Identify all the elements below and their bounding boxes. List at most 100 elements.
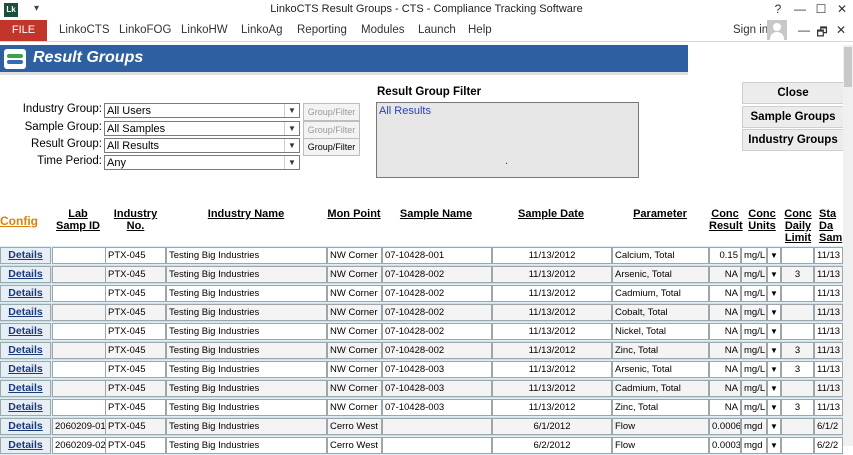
cell-conc-units[interactable]: mg/L [741,266,767,283]
cell-start-date[interactable]: 11/13 [814,266,843,283]
cell-lab-samp-id[interactable] [52,285,106,302]
cell-conc-units[interactable]: mgd [741,418,767,435]
col-header-lab-samp-id[interactable]: Lab Samp ID [52,208,104,232]
cell-conc-daily-limit[interactable]: 3 [781,266,814,283]
cell-mon-point[interactable]: NW Corner 1 [327,247,382,264]
col-header-sample-date[interactable]: Sample Date [491,208,611,220]
col-header-sample-name[interactable]: Sample Name [382,208,490,220]
cell-industry-name[interactable]: Testing Big Industries [166,380,327,397]
cell-conc-daily-limit[interactable]: 3 [781,361,814,378]
cell-sample-name[interactable]: 07-10428-003 [382,380,492,397]
cell-mon-point[interactable]: NW Corner 1 [327,342,382,359]
cell-industry-name[interactable]: Testing Big Industries [166,304,327,321]
cell-parameter[interactable]: Cobalt, Total [612,304,709,321]
cell-start-date[interactable]: 11/13 [814,361,843,378]
result-group-filter-box[interactable]: All Results . [376,102,639,178]
cell-industry-name[interactable]: Testing Big Industries [166,247,327,264]
cell-start-date[interactable]: 11/13 [814,323,843,340]
cell-parameter[interactable]: Arsenic, Total [612,266,709,283]
cell-industry-name[interactable]: Testing Big Industries [166,323,327,340]
details-button[interactable]: Details [0,342,51,359]
chevron-down-icon[interactable]: ▼ [284,122,299,135]
cell-conc-daily-limit[interactable] [781,418,814,435]
close-window-button[interactable]: ✕ [832,2,852,16]
cell-conc-result[interactable]: NA [709,342,741,359]
cell-conc-units[interactable]: mg/L [741,361,767,378]
time-period-select[interactable]: Any ▼ [104,155,300,170]
user-avatar-icon[interactable] [767,20,787,40]
details-button[interactable]: Details [0,304,51,321]
cell-lab-samp-id[interactable] [52,399,106,416]
details-button[interactable]: Details [0,285,51,302]
cell-start-date[interactable]: 11/13 [814,304,843,321]
cell-sample-date[interactable]: 11/13/2012 [492,323,612,340]
chevron-down-icon[interactable]: ▼ [767,342,781,359]
close-button[interactable]: Close [742,82,844,104]
cell-conc-result[interactable]: NA [709,380,741,397]
cell-conc-result[interactable]: NA [709,266,741,283]
cell-industry-no[interactable]: PTX-045 [105,418,166,435]
cell-mon-point[interactable]: NW Corner 1 [327,266,382,283]
cell-conc-result[interactable]: NA [709,304,741,321]
cell-industry-no[interactable]: PTX-045 [105,247,166,264]
cell-start-date[interactable]: 11/13 [814,342,843,359]
cell-sample-name[interactable]: 07-10428-002 [382,342,492,359]
cell-conc-result[interactable]: NA [709,399,741,416]
details-button[interactable]: Details [0,399,51,416]
cell-parameter[interactable]: Cadmium, Total [612,380,709,397]
minimize-button[interactable]: — [790,2,810,16]
col-header-industry-name[interactable]: Industry Name [166,208,326,220]
cell-industry-name[interactable]: Testing Big Industries [166,361,327,378]
industry-group-select[interactable]: All Users ▼ [104,103,300,118]
cell-conc-daily-limit[interactable] [781,323,814,340]
cell-conc-units[interactable]: mg/L [741,247,767,264]
col-header-conc-units[interactable]: Conc Units [744,208,780,232]
cell-sample-date[interactable]: 11/13/2012 [492,342,612,359]
cell-sample-name[interactable]: 07-10428-003 [382,361,492,378]
cell-parameter[interactable]: Cadmium, Total [612,285,709,302]
app-icon[interactable]: Lk [4,3,18,17]
chevron-down-icon[interactable]: ▼ [767,266,781,283]
cell-conc-result[interactable]: NA [709,323,741,340]
cell-sample-date[interactable]: 11/13/2012 [492,266,612,283]
ribbon-restore-button[interactable]: 🗗 [812,23,832,44]
menu-launch[interactable]: Launch [418,24,456,36]
cell-industry-no[interactable]: PTX-045 [105,285,166,302]
cell-conc-units[interactable]: mg/L [741,342,767,359]
cell-industry-no[interactable]: PTX-045 [105,399,166,416]
cell-conc-units[interactable]: mg/L [741,380,767,397]
menu-linkoag[interactable]: LinkoAg [241,24,283,36]
cell-industry-name[interactable]: Testing Big Industries [166,266,327,283]
cell-lab-samp-id[interactable] [52,304,106,321]
cell-sample-name[interactable]: 07-10428-003 [382,399,492,416]
industry-groups-button[interactable]: Industry Groups [742,129,844,151]
details-button[interactable]: Details [0,418,51,435]
chevron-down-icon[interactable]: ▼ [767,304,781,321]
cell-lab-samp-id[interactable] [52,380,106,397]
cell-start-date[interactable]: 11/13 [814,285,843,302]
sample-group-filter-button[interactable]: Group/Filter [303,121,360,139]
chevron-down-icon[interactable]: ▼ [767,399,781,416]
cell-parameter[interactable]: Zinc, Total [612,342,709,359]
cell-mon-point[interactable]: NW Corner 1 [327,399,382,416]
cell-sample-name[interactable]: 07-10428-002 [382,323,492,340]
cell-conc-result[interactable]: NA [709,361,741,378]
cell-industry-no[interactable]: PTX-045 [105,380,166,397]
cell-conc-daily-limit[interactable] [781,304,814,321]
cell-industry-name[interactable]: Testing Big Industries [166,342,327,359]
menu-modules[interactable]: Modules [361,24,404,36]
cell-parameter[interactable]: Arsenic, Total [612,361,709,378]
cell-conc-daily-limit[interactable] [781,247,814,264]
cell-start-date[interactable]: 11/13 [814,380,843,397]
cell-industry-name[interactable]: Testing Big Industries [166,285,327,302]
chevron-down-icon[interactable]: ▼ [767,380,781,397]
cell-conc-units[interactable]: mg/L [741,323,767,340]
cell-mon-point[interactable]: NW Corner 1 [327,285,382,302]
ribbon-minimize-button[interactable]: — [794,23,814,37]
cell-sample-name[interactable]: 07-10428-001 [382,247,492,264]
chevron-down-icon[interactable]: ▼ [284,104,299,117]
menu-linkofog[interactable]: LinkoFOG [119,24,171,36]
cell-sample-name[interactable]: 07-10428-002 [382,285,492,302]
cell-sample-name[interactable]: 07-10428-002 [382,304,492,321]
cell-industry-no[interactable]: PTX-045 [105,342,166,359]
